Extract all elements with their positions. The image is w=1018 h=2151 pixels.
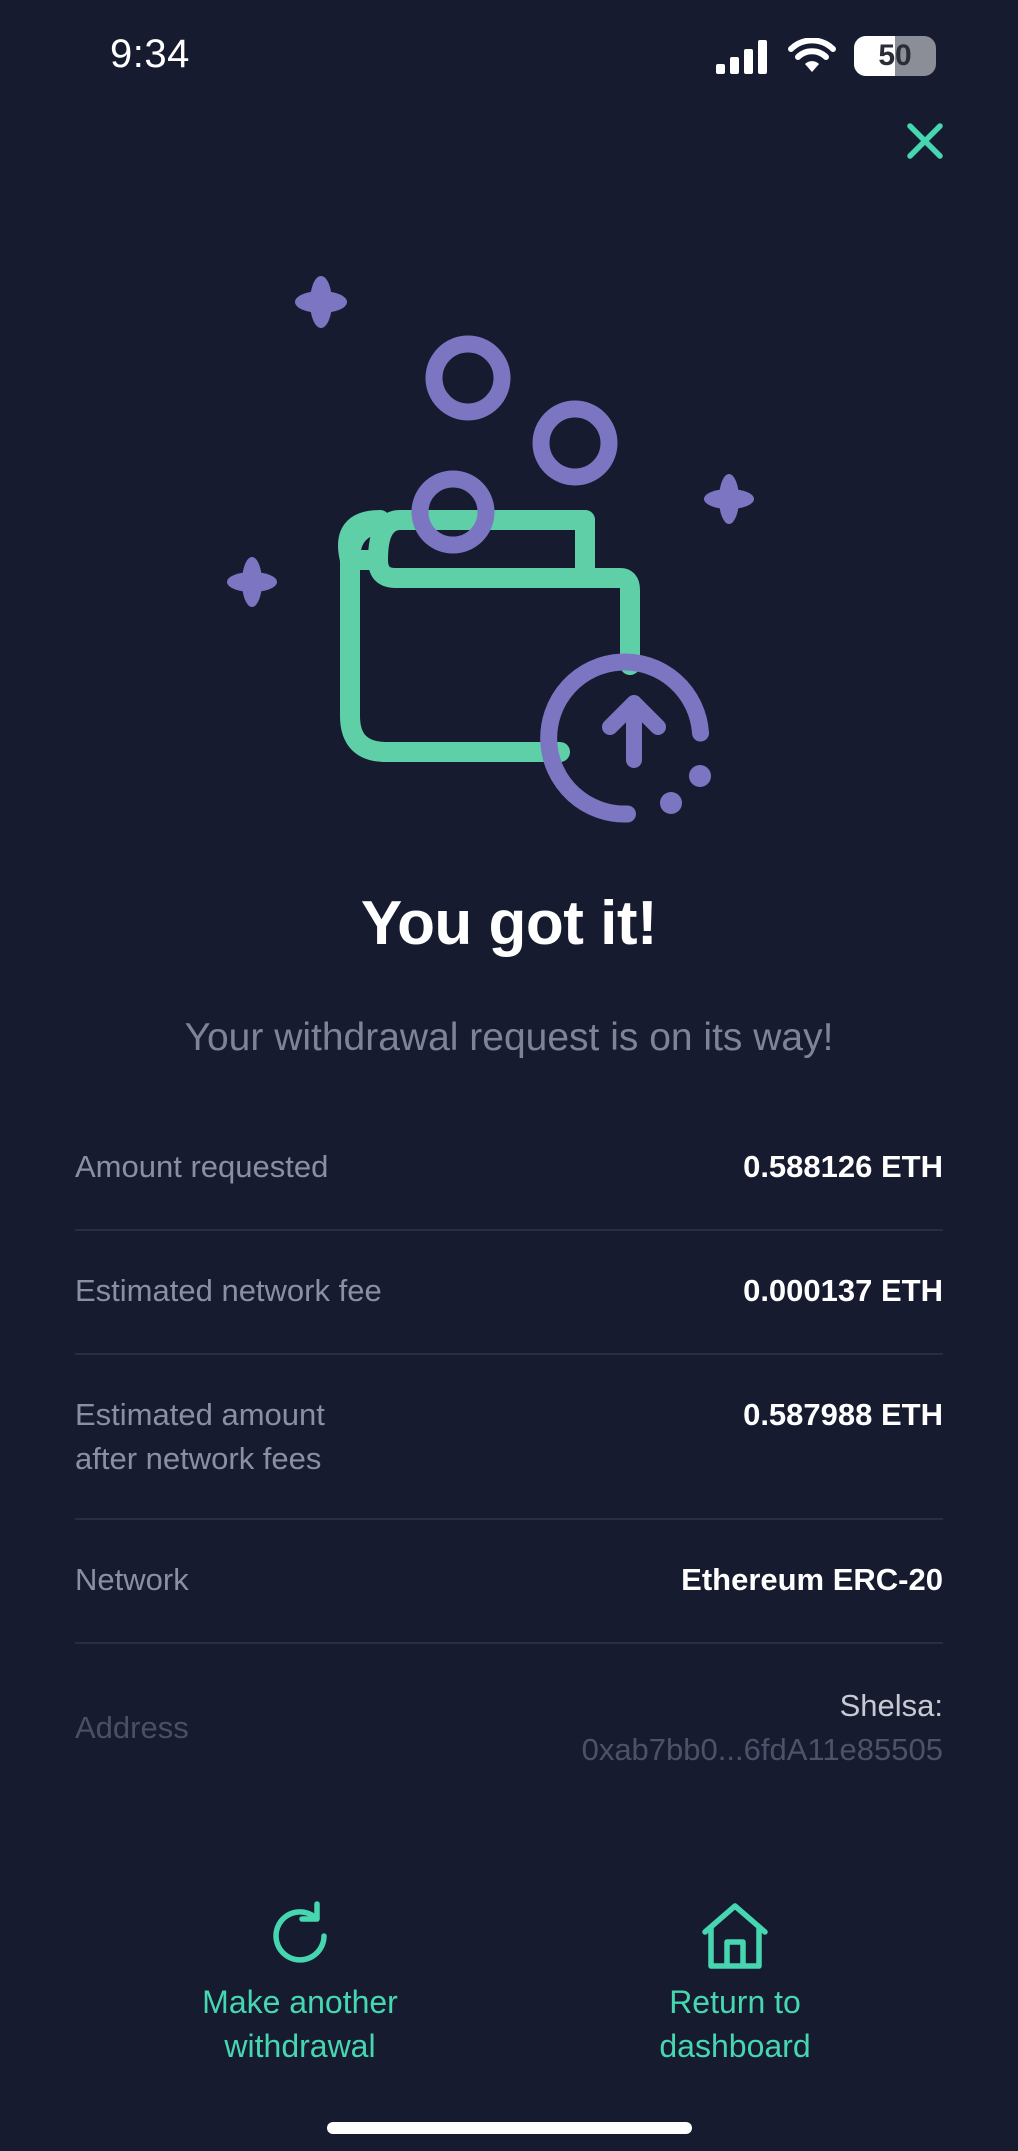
make-another-withdrawal-line1: Make another xyxy=(202,1984,398,2020)
wallet-icon xyxy=(338,510,640,762)
amount-after-fees-row: Estimated amount after network fees 0.58… xyxy=(75,1355,943,1520)
address-hash: 0xab7bb0...6fdA11e85505 xyxy=(581,1732,943,1767)
home-indicator[interactable] xyxy=(327,2122,692,2134)
battery-icon: 50 xyxy=(854,36,936,76)
amount-after-fees-label: Estimated amount after network fees xyxy=(75,1393,325,1481)
amount-after-fees-label-line2: after network fees xyxy=(75,1441,322,1476)
make-another-withdrawal-button[interactable]: Make another withdrawal xyxy=(150,1900,450,2068)
make-another-withdrawal-label: Make another withdrawal xyxy=(180,1980,420,2068)
network-label: Network xyxy=(75,1562,189,1597)
network-row: Network Ethereum ERC-20 xyxy=(75,1520,943,1644)
return-to-dashboard-line2: dashboard xyxy=(659,2028,811,2064)
sparkle-icon xyxy=(704,474,754,524)
address-name: Shelsa: xyxy=(839,1688,943,1723)
return-to-dashboard-line1: Return to xyxy=(669,1984,801,2020)
action-bar: Make another withdrawal Return to dashbo… xyxy=(0,1900,1018,2090)
status-bar: 9:34 50 xyxy=(0,0,1018,110)
status-time: 9:34 xyxy=(110,32,190,76)
amount-after-fees-value: 0.587988 ETH xyxy=(743,1397,943,1432)
return-to-dashboard-label: Return to dashboard xyxy=(615,1980,855,2068)
address-value: Shelsa: 0xab7bb0...6fdA11e85505 xyxy=(582,1684,943,1772)
confirmation-headline: You got it! xyxy=(360,889,658,958)
battery-level: 50 xyxy=(878,39,912,72)
close-icon[interactable] xyxy=(902,118,948,164)
upload-circle-icon xyxy=(540,653,711,823)
cellular-signal-icon xyxy=(716,40,767,74)
network-value: Ethereum ERC-20 xyxy=(681,1562,943,1597)
wifi-icon xyxy=(788,38,836,72)
return-to-dashboard-button[interactable]: Return to dashboard xyxy=(585,1900,885,2068)
withdrawal-success-screen: 9:34 50 You got it! Your withdrawal requ… xyxy=(0,0,1018,2151)
status-icons: 50 xyxy=(716,36,936,76)
address-row: Address Shelsa: 0xab7bb0...6fdA11e85505 xyxy=(75,1644,943,1772)
sparkle-icon xyxy=(227,557,277,607)
refresh-icon xyxy=(273,1901,327,1963)
network-fee-value: 0.000137 ETH xyxy=(743,1273,943,1308)
make-another-withdrawal-line2: withdrawal xyxy=(224,2028,376,2064)
network-fee-row: Estimated network fee 0.000137 ETH xyxy=(75,1231,943,1355)
home-icon xyxy=(702,1903,768,1969)
amount-requested-row: Amount requested 0.588126 ETH xyxy=(75,1125,943,1231)
amount-after-fees-label-line1: Estimated amount xyxy=(75,1397,325,1432)
network-fee-label: Estimated network fee xyxy=(75,1273,382,1308)
wallet-withdraw-illustration xyxy=(227,276,754,823)
sparkle-icon xyxy=(295,276,347,328)
confirmation-subtitle: Your withdrawal request is on its way! xyxy=(184,1016,834,1059)
address-label: Address xyxy=(75,1710,189,1745)
amount-requested-value: 0.588126 ETH xyxy=(743,1149,943,1184)
amount-requested-label: Amount requested xyxy=(75,1149,329,1184)
withdrawal-details: Amount requested 0.588126 ETH Estimated … xyxy=(75,1125,943,1772)
